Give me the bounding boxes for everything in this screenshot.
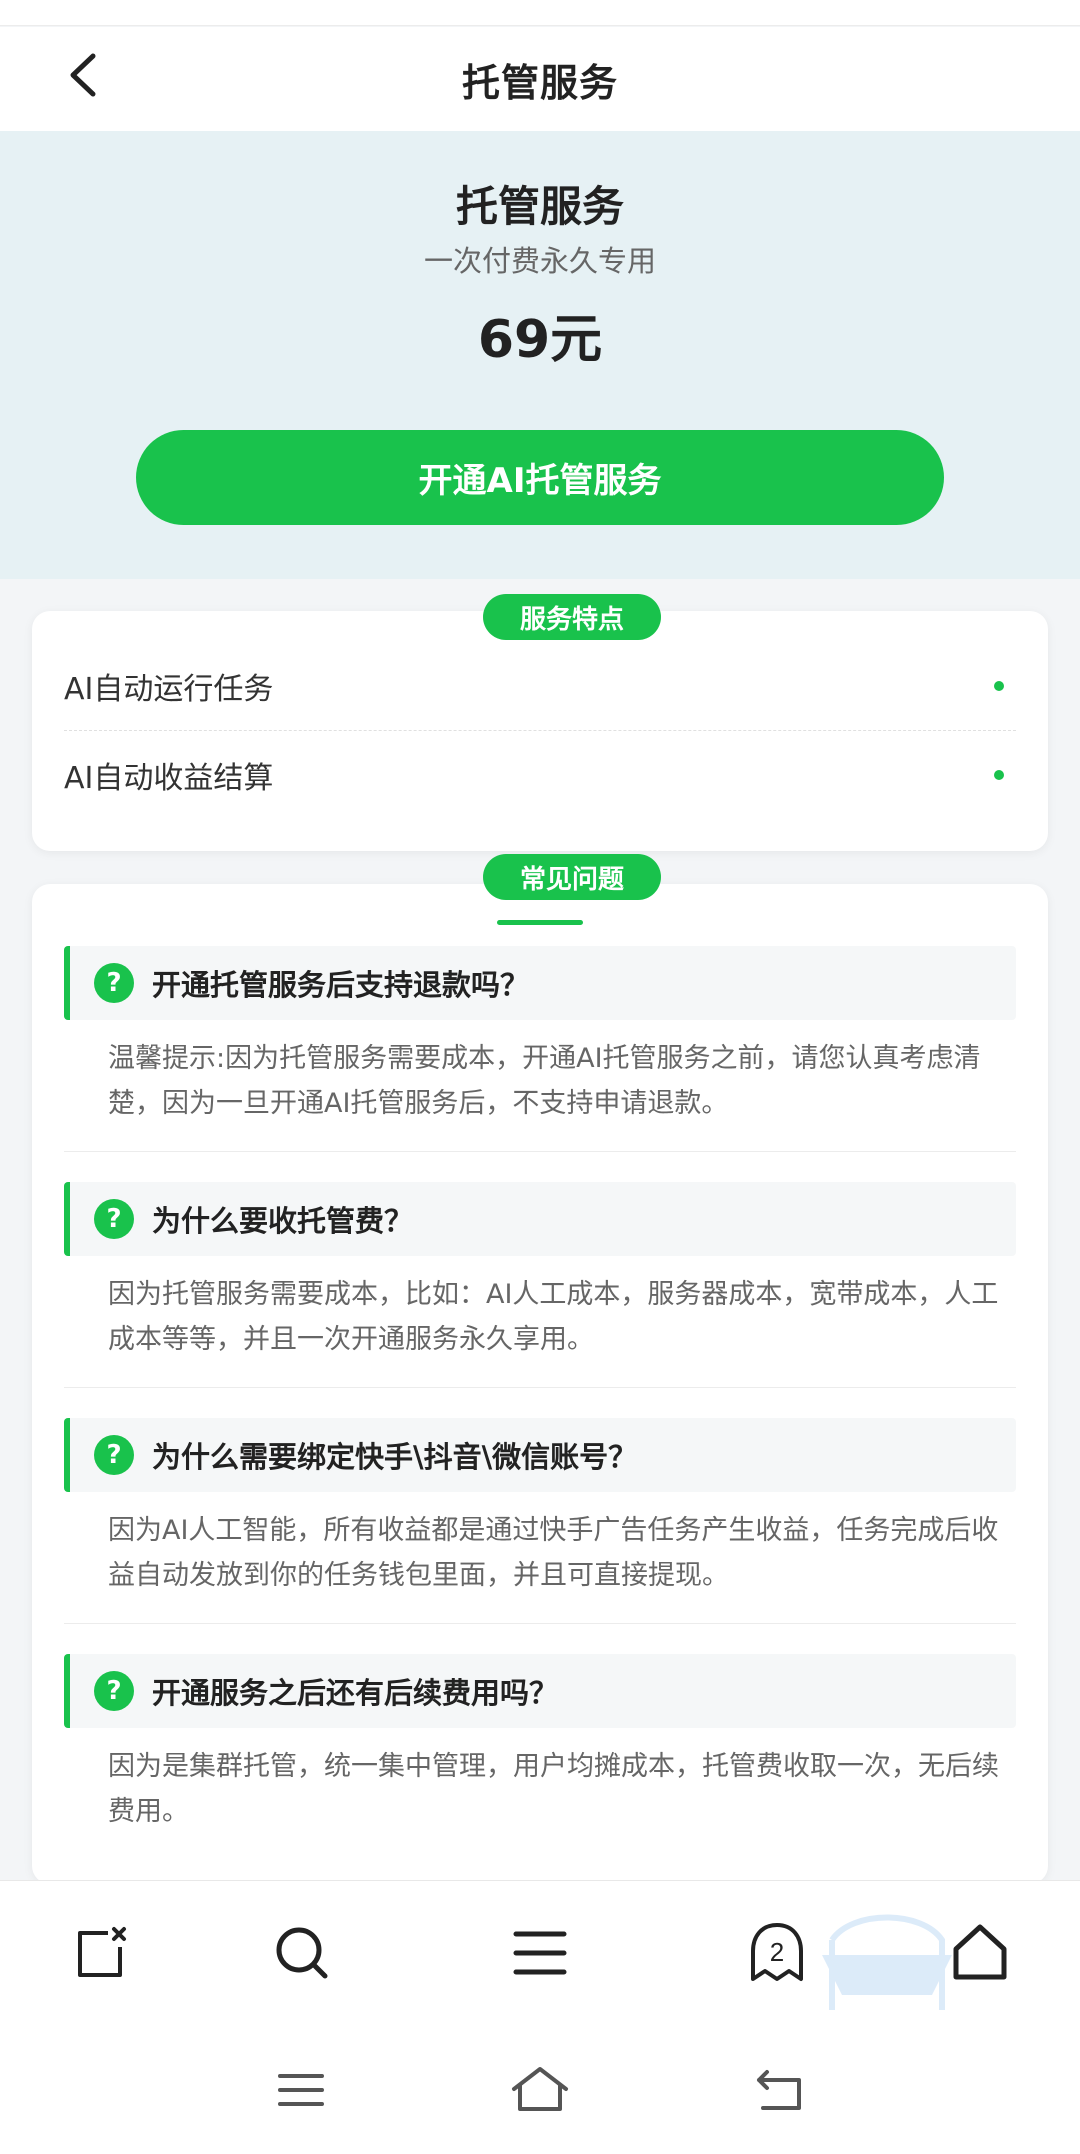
feature-item: AI自动运行任务	[64, 642, 1016, 730]
close-page-icon	[78, 1927, 126, 1977]
tabs-button[interactable]: 2	[741, 1917, 813, 1989]
floating-overlay-icon[interactable]	[812, 1910, 962, 2030]
answer-text: 温馨提示:因为托管服务需要成本，开通AI托管服务之前，请您认真考虑清楚，因为一旦…	[108, 1043, 981, 1119]
question-mark-icon: ?	[94, 1671, 134, 1711]
tabs-icon: 2	[751, 1923, 803, 1981]
system-home-icon	[512, 2067, 568, 2111]
question-mark-icon: ?	[94, 963, 134, 1003]
feature-text: AI自动收益结算	[64, 761, 274, 796]
hero-subtitle: 一次付费永久专用	[423, 244, 656, 278]
page-title: 托管服务	[461, 60, 618, 105]
hero-section: 托管服务 一次付费永久专用 69元 开通AI托管服务	[0, 131, 1080, 579]
top-header: 托管服务	[0, 27, 1080, 131]
close-page-button[interactable]	[64, 1917, 136, 1989]
faq-card: 常见问题 ? 开通托管服务后支持退款吗？ 温馨提示:因为托管服务需要成本，开通A…	[32, 854, 1048, 1884]
question-text: 开通服务之后还有后续费用吗？	[152, 1676, 559, 1710]
faq-badge: 常见问题	[483, 854, 661, 900]
bullet-dot-icon	[994, 770, 1004, 780]
recent-apps-button[interactable]	[266, 2060, 336, 2120]
back-button[interactable]	[52, 45, 112, 105]
menu-button[interactable]	[504, 1917, 576, 1989]
question-mark-icon: ?	[94, 1199, 134, 1239]
faq-question[interactable]: ? 为什么需要绑定快手\抖音\微信账号？	[64, 1418, 1016, 1492]
faq-underline	[497, 920, 583, 925]
features-badge: 服务特点	[483, 594, 661, 640]
bullet-dot-icon	[994, 681, 1004, 691]
hero-title: 托管服务	[455, 182, 624, 231]
divider	[64, 1623, 1016, 1624]
menu-icon	[513, 1931, 567, 1975]
open-service-button[interactable]: 开通AI托管服务	[136, 430, 944, 525]
faq-question[interactable]: ? 开通托管服务后支持退款吗？	[64, 946, 1016, 1020]
answer-text: 因为是集群托管，统一集中管理，用户均摊成本，托管费收取一次，无后续费用。	[108, 1751, 999, 1827]
divider	[64, 1387, 1016, 1388]
answer-text: 因为AI人工智能，所有收益都是通过快手广告任务产生收益，任务完成后收益自动发放到…	[108, 1515, 999, 1591]
search-button[interactable]	[266, 1917, 338, 1989]
recent-apps-icon	[278, 2074, 324, 2106]
status-bar-strip	[0, 0, 1080, 26]
system-back-icon	[757, 2070, 801, 2110]
divider	[64, 1151, 1016, 1152]
features-card: 服务特点 AI自动运行任务 AI自动收益结算	[32, 594, 1048, 851]
answer-text: 因为托管服务需要成本，比如：AI人工成本，服务器成本，宽带成本，人工成本等等，并…	[108, 1279, 999, 1355]
search-icon	[276, 1927, 328, 1979]
tab-count: 2	[770, 1937, 784, 1967]
system-back-button[interactable]	[744, 2060, 814, 2120]
faq-question[interactable]: ? 为什么要收托管费？	[64, 1182, 1016, 1256]
question-text: 为什么需要绑定快手\抖音\微信账号？	[152, 1440, 638, 1474]
feature-item: AI自动收益结算	[64, 731, 1016, 819]
faq-question[interactable]: ? 开通服务之后还有后续费用吗？	[64, 1654, 1016, 1728]
price-label: 69元	[477, 310, 603, 370]
system-nav-bar	[0, 2030, 1080, 2154]
feature-text: AI自动运行任务	[64, 672, 274, 707]
question-text: 为什么要收托管费？	[152, 1204, 414, 1238]
chevron-left-icon	[70, 53, 96, 97]
system-home-button[interactable]	[505, 2060, 575, 2120]
question-mark-icon: ?	[94, 1435, 134, 1475]
question-text: 开通托管服务后支持退款吗？	[152, 968, 530, 1002]
